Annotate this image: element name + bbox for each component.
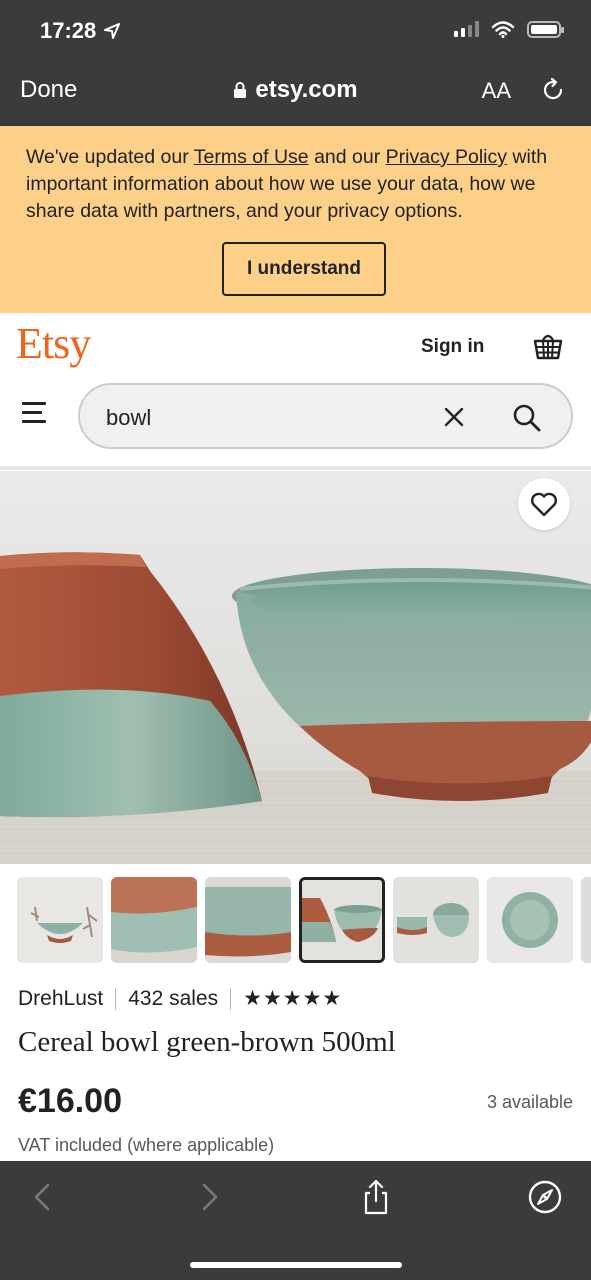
wifi-icon <box>491 21 515 38</box>
close-icon[interactable] <box>443 406 465 428</box>
location-arrow-icon <box>104 23 121 39</box>
divider <box>230 987 232 1010</box>
reload-icon[interactable] <box>539 76 567 104</box>
divider <box>115 987 117 1010</box>
i-understand-button[interactable]: I understand <box>222 242 386 296</box>
vat-note: VAT included (where applicable) <box>18 1135 275 1155</box>
thumbnail-image <box>302 880 382 960</box>
terms-of-use-link[interactable]: Terms of Use <box>194 146 309 168</box>
heart-icon <box>530 492 558 517</box>
thumbnail-image <box>487 877 573 963</box>
lock-icon <box>234 82 247 98</box>
sales-count: 432 sales <box>128 986 219 1010</box>
header-divider <box>0 466 591 470</box>
compass-icon[interactable] <box>527 1179 563 1215</box>
browser-top-bar: 17:28 Done etsy.com AA <box>0 0 591 126</box>
terms-update-banner: We've updated our Terms of Use and our P… <box>0 126 591 313</box>
thumbnail-4[interactable] <box>299 877 385 963</box>
availability-text: 3 available <box>486 1092 573 1112</box>
chevron-right-icon[interactable] <box>192 1179 228 1215</box>
basket-icon[interactable] <box>532 330 564 362</box>
thumbnail-image <box>111 877 197 963</box>
thumbnail-1[interactable] <box>17 877 103 963</box>
thumbnail-2[interactable] <box>111 877 197 963</box>
url-text: etsy.com <box>255 76 358 103</box>
thumbnail-image <box>393 877 479 963</box>
sign-in-button[interactable]: Sign in <box>421 336 484 358</box>
home-indicator[interactable] <box>190 1262 402 1268</box>
chevron-left-icon[interactable] <box>26 1179 62 1215</box>
bowls-photo <box>0 471 591 864</box>
shop-info-row: DrehLust 432 sales ★★★★★ <box>18 986 342 1011</box>
thumbnail-5[interactable] <box>393 877 479 963</box>
hamburger-menu-icon[interactable] <box>22 402 48 424</box>
image-thumbnails <box>0 877 591 963</box>
search-bar: bowl <box>78 383 573 449</box>
share-icon[interactable] <box>358 1179 394 1215</box>
product-main-image[interactable] <box>0 471 591 864</box>
shop-name-link[interactable]: DrehLust <box>18 987 103 1011</box>
signal-strength-icon <box>454 21 479 37</box>
status-indicators <box>454 20 564 38</box>
text-size-button[interactable]: AA <box>482 78 511 104</box>
thumbnail-6[interactable] <box>487 877 573 963</box>
thumbnail-image <box>17 877 103 963</box>
banner-message: We've updated our Terms of Use and our P… <box>26 146 548 222</box>
privacy-policy-link[interactable]: Privacy Policy <box>386 146 507 168</box>
rating-stars[interactable]: ★★★★★ <box>243 986 342 1011</box>
search-input[interactable]: bowl <box>106 405 151 431</box>
etsy-logo[interactable]: Etsy <box>16 318 91 369</box>
thumbnail-7-partial[interactable] <box>581 877 591 963</box>
status-time: 17:28 <box>40 18 121 44</box>
product-title: Cereal bowl green-brown 500ml <box>18 1026 396 1058</box>
thumbnail-3[interactable] <box>205 877 291 963</box>
battery-icon <box>527 20 564 38</box>
favorite-button[interactable] <box>518 478 570 530</box>
search-icon[interactable] <box>512 403 542 433</box>
product-price: €16.00 <box>18 1082 122 1120</box>
thumbnail-image <box>205 877 291 963</box>
